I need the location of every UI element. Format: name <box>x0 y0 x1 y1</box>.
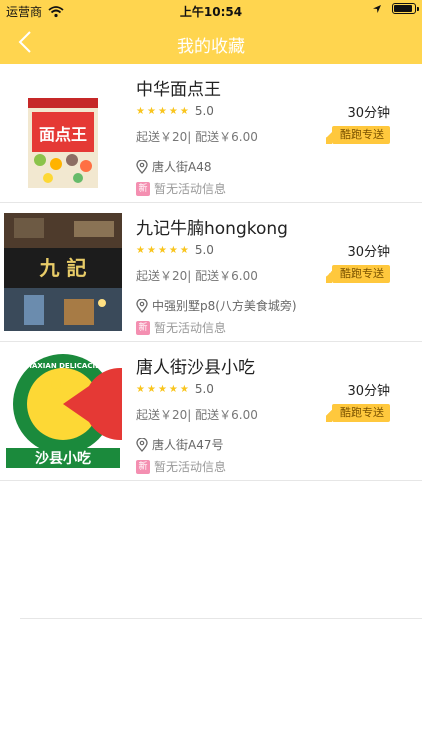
shop-logo-text: 面点王 <box>39 125 87 144</box>
promo-text: 暂无活动信息 <box>154 321 227 335</box>
delivery-time: 30分钟 <box>347 245 390 260</box>
fee-info: 起送￥20| 配送￥6.00 <box>136 269 258 283</box>
delivery-time: 30分钟 <box>347 384 390 399</box>
shop-logo-text: 沙县小吃 <box>35 450 91 467</box>
star-icon: ★ <box>146 244 156 256</box>
star-icon: ★ <box>157 105 167 117</box>
shop-address: 唐人街A47号 <box>136 436 223 453</box>
star-icon: ★ <box>168 383 178 395</box>
address-text: 唐人街A47号 <box>152 438 224 452</box>
rating-value: 5.0 <box>194 382 214 396</box>
list-item[interactable]: 九 記 九记牛腩hongkong ★ ★ ★ ★ ★ 5.0 30分钟 起送￥2… <box>0 203 422 342</box>
star-icon: ★ <box>179 105 189 117</box>
rating-stars: ★ ★ ★ ★ ★ 5.0 <box>136 104 214 118</box>
rating-stars: ★ ★ ★ ★ ★ 5.0 <box>136 243 214 257</box>
address-text: 唐人街A48 <box>152 160 212 174</box>
star-icon: ★ <box>179 244 189 256</box>
status-time: 上午10:54 <box>179 5 243 19</box>
rating-value: 5.0 <box>194 104 214 118</box>
shop-name: 中华面点王 <box>136 80 221 100</box>
rating-value: 5.0 <box>194 243 214 257</box>
delivery-badge: 酷跑专送 <box>326 404 390 422</box>
favorites-list: 面点王 中华面点王 ★ ★ ★ ★ ★ 5.0 30分钟 起送￥20| 配送￥6… <box>0 64 422 481</box>
fee-info: 起送￥20| 配送￥6.00 <box>136 130 258 144</box>
promo-text: 暂无活动信息 <box>154 182 227 196</box>
status-right <box>372 3 419 14</box>
shop-logo: 九 記 <box>4 213 122 331</box>
location-pin-icon <box>136 298 148 313</box>
battery-icon <box>392 3 419 14</box>
shop-address: 中强别墅p8(八方美食城旁) <box>136 297 297 314</box>
location-pin-icon <box>136 159 148 174</box>
delivery-time: 30分钟 <box>347 106 390 121</box>
new-tag: 新 <box>136 181 150 196</box>
star-icon: ★ <box>168 244 178 256</box>
delivery-badge: 酷跑专送 <box>326 126 390 144</box>
nav-bar: 我的收藏 <box>0 20 422 64</box>
new-tag: 新 <box>136 459 150 474</box>
star-icon: ★ <box>157 383 167 395</box>
promo-info: 新 暂无活动信息 <box>136 319 226 336</box>
shop-address: 唐人街A48 <box>136 158 211 175</box>
shop-logo: 面点王 <box>4 74 122 192</box>
divider <box>20 618 422 619</box>
promo-text: 暂无活动信息 <box>154 460 227 474</box>
delivery-badge: 酷跑专送 <box>326 265 390 283</box>
shop-name: 唐人街沙县小吃 <box>136 358 255 378</box>
address-text: 中强别墅p8(八方美食城旁) <box>152 299 297 313</box>
star-icon: ★ <box>168 105 178 117</box>
star-icon: ★ <box>146 383 156 395</box>
status-bar: 运营商 上午10:54 <box>0 0 422 20</box>
fee-info: 起送￥20| 配送￥6.00 <box>136 408 258 422</box>
star-icon: ★ <box>146 105 156 117</box>
location-arrow-icon <box>373 4 381 13</box>
shop-logo-arc-text: SHAXIAN DELICACIES <box>21 362 105 370</box>
list-item[interactable]: SHAXIAN DELICACIES 沙县小吃 唐人街沙县小吃 ★ ★ ★ ★ … <box>0 342 422 481</box>
rating-stars: ★ ★ ★ ★ ★ 5.0 <box>136 382 214 396</box>
promo-info: 新 暂无活动信息 <box>136 458 226 475</box>
page-title: 我的收藏 <box>177 37 245 57</box>
shop-logo: SHAXIAN DELICACIES 沙县小吃 <box>4 352 122 470</box>
header: 运营商 上午10:54 我的收藏 <box>0 0 422 64</box>
location-pin-icon <box>136 437 148 452</box>
shop-logo-text: 九 記 <box>39 256 87 280</box>
promo-info: 新 暂无活动信息 <box>136 180 226 197</box>
new-tag: 新 <box>136 320 150 335</box>
star-icon: ★ <box>136 105 145 117</box>
star-icon: ★ <box>136 383 145 395</box>
shop-name: 九记牛腩hongkong <box>136 219 288 239</box>
star-icon: ★ <box>179 383 189 395</box>
star-icon: ★ <box>136 244 145 256</box>
list-item[interactable]: 面点王 中华面点王 ★ ★ ★ ★ ★ 5.0 30分钟 起送￥20| 配送￥6… <box>0 64 422 203</box>
star-icon: ★ <box>157 244 167 256</box>
